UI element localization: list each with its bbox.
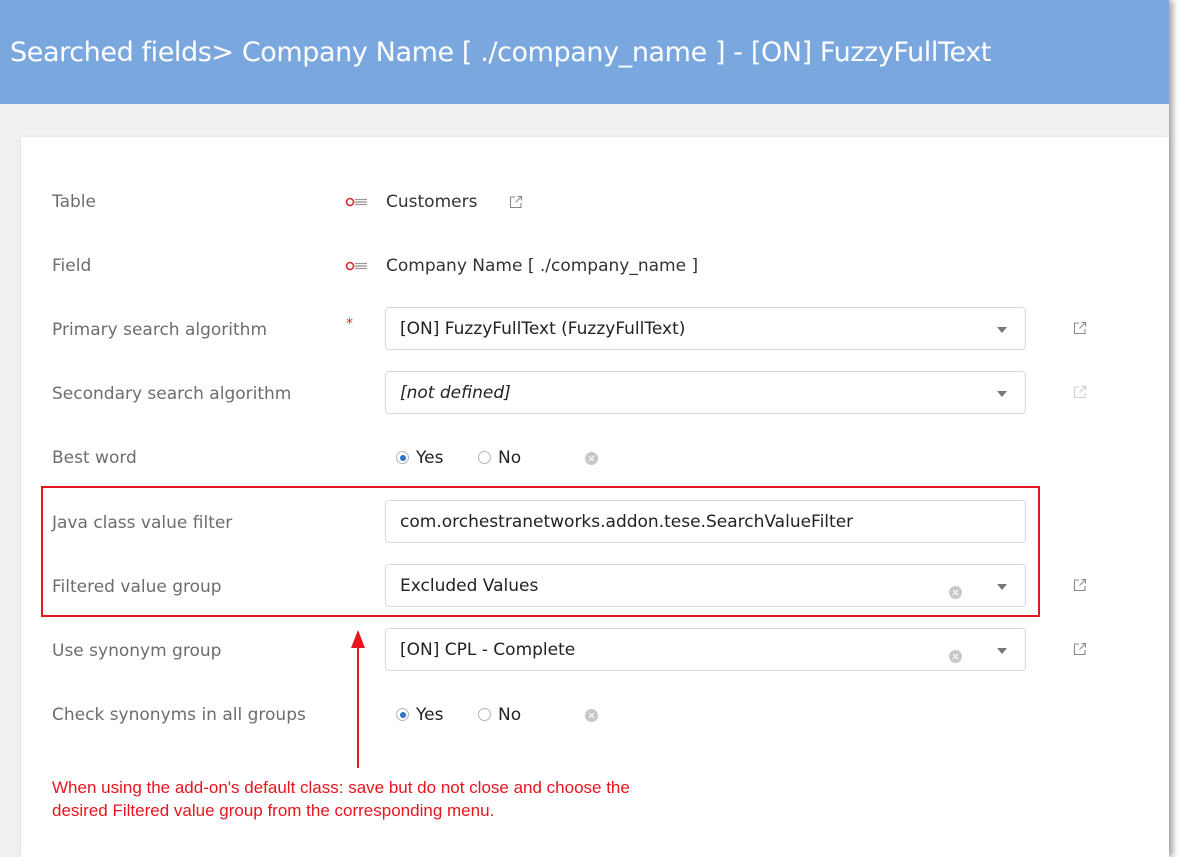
check-synonyms-no-label[interactable]: No — [498, 705, 521, 725]
check-synonyms-yes-radio[interactable] — [396, 708, 409, 721]
best-word-no-radio[interactable] — [478, 451, 491, 464]
page-header: Searched fields> Company Name [ ./compan… — [0, 0, 1169, 104]
field-label: Field — [52, 256, 92, 276]
chevron-down-icon[interactable] — [997, 327, 1007, 333]
best-word-no-label[interactable]: No — [498, 448, 521, 468]
check-synonyms-yes-label[interactable]: Yes — [416, 705, 443, 725]
highlight-box — [41, 486, 1040, 617]
secondary-algorithm-label: Secondary search algorithm — [52, 384, 292, 404]
external-link-icon-disabled — [1073, 385, 1087, 399]
annotation-line-1: When using the add-on's default class: s… — [52, 778, 630, 797]
check-synonyms-no-radio[interactable] — [478, 708, 491, 721]
annotation-note: When using the add-on's default class: s… — [52, 776, 630, 822]
best-word-label: Best word — [52, 448, 137, 468]
primary-algorithm-value: [ON] FuzzyFullText (FuzzyFullText) — [400, 319, 686, 339]
table-label: Table — [52, 192, 96, 212]
key-icon — [345, 261, 367, 271]
chevron-down-icon[interactable] — [997, 648, 1007, 654]
annotation-arrow-icon — [351, 630, 365, 768]
clear-icon[interactable] — [949, 650, 962, 663]
annotation-line-2: desired Filtered value group from the co… — [52, 801, 495, 820]
best-word-yes-label[interactable]: Yes — [416, 448, 443, 468]
key-icon — [345, 197, 367, 207]
window-frame: Searched fields> Company Name [ ./compan… — [0, 0, 1169, 857]
external-link-icon[interactable] — [1072, 577, 1088, 593]
field-value: Company Name [ ./company_name ] — [386, 256, 699, 276]
synonym-group-label: Use synonym group — [52, 641, 222, 661]
check-synonyms-label: Check synonyms in all groups — [52, 705, 306, 725]
secondary-algorithm-select[interactable]: [not defined] — [385, 371, 1026, 414]
synonym-group-select[interactable]: [ON] CPL - Complete — [385, 628, 1026, 671]
required-marker: * — [346, 316, 353, 332]
clear-icon[interactable] — [585, 709, 598, 722]
external-link-icon[interactable] — [1072, 320, 1088, 336]
secondary-algorithm-value: [not defined] — [400, 383, 511, 403]
synonym-group-value: [ON] CPL - Complete — [400, 640, 576, 660]
table-value: Customers — [386, 192, 478, 212]
best-word-yes-radio[interactable] — [396, 451, 409, 464]
clear-icon[interactable] — [585, 452, 598, 465]
primary-algorithm-label: Primary search algorithm — [52, 320, 268, 340]
external-link-icon[interactable] — [508, 194, 524, 210]
page-title: Searched fields> Company Name [ ./compan… — [10, 37, 991, 68]
primary-algorithm-select[interactable]: [ON] FuzzyFullText (FuzzyFullText) — [385, 307, 1026, 350]
external-link-icon[interactable] — [1072, 641, 1088, 657]
chevron-down-icon[interactable] — [997, 391, 1007, 397]
